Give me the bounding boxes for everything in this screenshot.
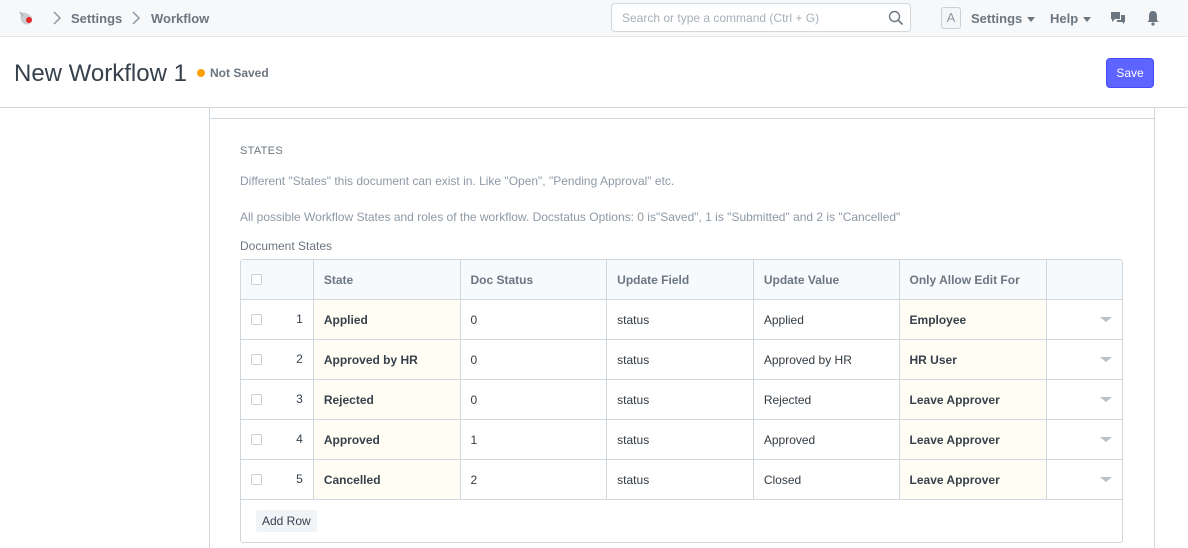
search-icon[interactable] [888,10,904,26]
row-actions-cell [1047,340,1122,379]
cell-state[interactable]: Applied [313,300,461,339]
chevron-right-icon [131,10,141,26]
header-checkbox-cell [241,260,314,299]
row-checkbox[interactable] [251,434,262,445]
cell-update-field[interactable]: status [607,340,754,379]
row-expand-caret-icon[interactable] [1099,477,1112,482]
cell-only-allow-edit-for[interactable]: Employee [899,300,1048,339]
document-states-grid: State Doc Status Update Field Update Val… [240,259,1123,543]
column-header-doc-status: Doc Status [461,260,608,299]
cell-doc-status[interactable]: 0 [461,300,608,339]
column-header-update-value: Update Value [754,260,900,299]
row-checkbox[interactable] [251,354,262,365]
status-text: Not Saved [210,66,269,80]
row-checkbox[interactable] [251,394,262,405]
caret-down-icon [1083,17,1092,23]
navbar: Settings Workflow A Settings Help [0,0,1188,37]
notification-bell-icon[interactable] [1144,9,1162,27]
save-button[interactable]: Save [1106,58,1154,88]
column-header-only-allow-edit-for: Only Allow Edit For [900,260,1048,299]
select-all-checkbox[interactable] [251,274,262,285]
row-checkbox-cell: 1 [241,300,314,339]
table-row[interactable]: 4 Approved 1 status Approved Leave Appro… [241,420,1122,460]
settings-dropdown-label: Settings [971,11,1023,26]
breadcrumb-settings[interactable]: Settings [71,11,122,26]
table-row[interactable]: 2 Approved by HR 0 status Approved by HR… [241,340,1122,380]
cell-only-allow-edit-for[interactable]: Leave Approver [899,460,1048,499]
field-description: All possible Workflow States and roles o… [240,210,901,224]
row-expand-caret-icon[interactable] [1099,357,1112,362]
row-index: 2 [296,352,303,366]
caret-down-icon [1027,17,1036,23]
table-row[interactable]: 1 Applied 0 status Applied Employee [241,300,1122,340]
row-checkbox[interactable] [251,314,262,325]
cell-state[interactable]: Rejected [313,380,461,419]
settings-dropdown[interactable]: Settings [971,11,1036,26]
chat-icon[interactable] [1109,9,1127,27]
grid-footer: Add Row [241,500,1122,542]
column-header-actions [1047,260,1122,299]
row-expand-caret-icon[interactable] [1099,437,1112,442]
row-actions-cell [1047,420,1122,459]
cell-update-field[interactable]: status [607,460,754,499]
row-actions-cell [1047,380,1122,419]
row-expand-caret-icon[interactable] [1099,397,1112,402]
cell-doc-status[interactable]: 0 [461,340,608,379]
section-divider [210,118,1154,119]
grid-header-row: State Doc Status Update Field Update Val… [241,260,1122,300]
row-checkbox-cell: 3 [241,380,314,419]
page-title: New Workflow 1 [14,60,187,87]
breadcrumb-workflow[interactable]: Workflow [151,11,209,26]
search-box [611,3,911,32]
table-row[interactable]: 5 Cancelled 2 status Closed Leave Approv… [241,460,1122,500]
row-actions-cell [1047,460,1122,499]
row-index: 3 [296,392,303,406]
table-row[interactable]: 3 Rejected 0 status Rejected Leave Appro… [241,380,1122,420]
cell-state[interactable]: Approved [313,420,461,459]
row-checkbox[interactable] [251,474,262,485]
cell-update-field[interactable]: status [607,300,754,339]
chevron-right-icon [52,10,62,26]
row-actions-cell [1047,300,1122,339]
cell-only-allow-edit-for[interactable]: Leave Approver [899,420,1048,459]
form-layout: STATES Different "States" this document … [209,108,1155,548]
cell-only-allow-edit-for[interactable]: HR User [899,340,1048,379]
status-dot-icon [197,69,205,77]
row-index: 5 [296,472,303,486]
cell-update-value[interactable]: Closed [754,460,900,499]
cell-doc-status[interactable]: 1 [461,420,608,459]
add-row-button[interactable]: Add Row [256,510,317,532]
page-head: New Workflow 1 Not Saved Save [0,38,1188,108]
row-index: 1 [296,312,303,326]
cell-update-value[interactable]: Approved by HR [754,340,900,379]
cell-state[interactable]: Cancelled [313,460,461,499]
row-expand-caret-icon[interactable] [1099,317,1112,322]
help-dropdown[interactable]: Help [1050,11,1092,26]
cell-update-field[interactable]: status [607,380,754,419]
column-header-update-field: Update Field [607,260,754,299]
cell-doc-status[interactable]: 2 [461,460,608,499]
avatar[interactable]: A [941,7,961,29]
cell-update-value[interactable]: Approved [754,420,900,459]
row-index: 4 [296,432,303,446]
cell-update-value[interactable]: Applied [754,300,900,339]
row-checkbox-cell: 2 [241,340,314,379]
section-heading: STATES [240,145,283,157]
help-dropdown-label: Help [1050,11,1079,26]
cell-only-allow-edit-for[interactable]: Leave Approver [899,380,1048,419]
cell-state[interactable]: Approved by HR [313,340,461,379]
row-checkbox-cell: 5 [241,460,314,499]
search-input[interactable] [622,10,882,26]
section-description: Different "States" this document can exi… [240,174,675,188]
cell-doc-status[interactable]: 0 [461,380,608,419]
cell-update-field[interactable]: status [607,420,754,459]
column-header-state: State [314,260,461,299]
status-indicator: Not Saved [197,66,269,80]
grid-label: Document States [240,239,333,253]
row-checkbox-cell: 4 [241,420,314,459]
cell-update-value[interactable]: Rejected [754,380,900,419]
app-logo-icon[interactable] [16,8,36,28]
